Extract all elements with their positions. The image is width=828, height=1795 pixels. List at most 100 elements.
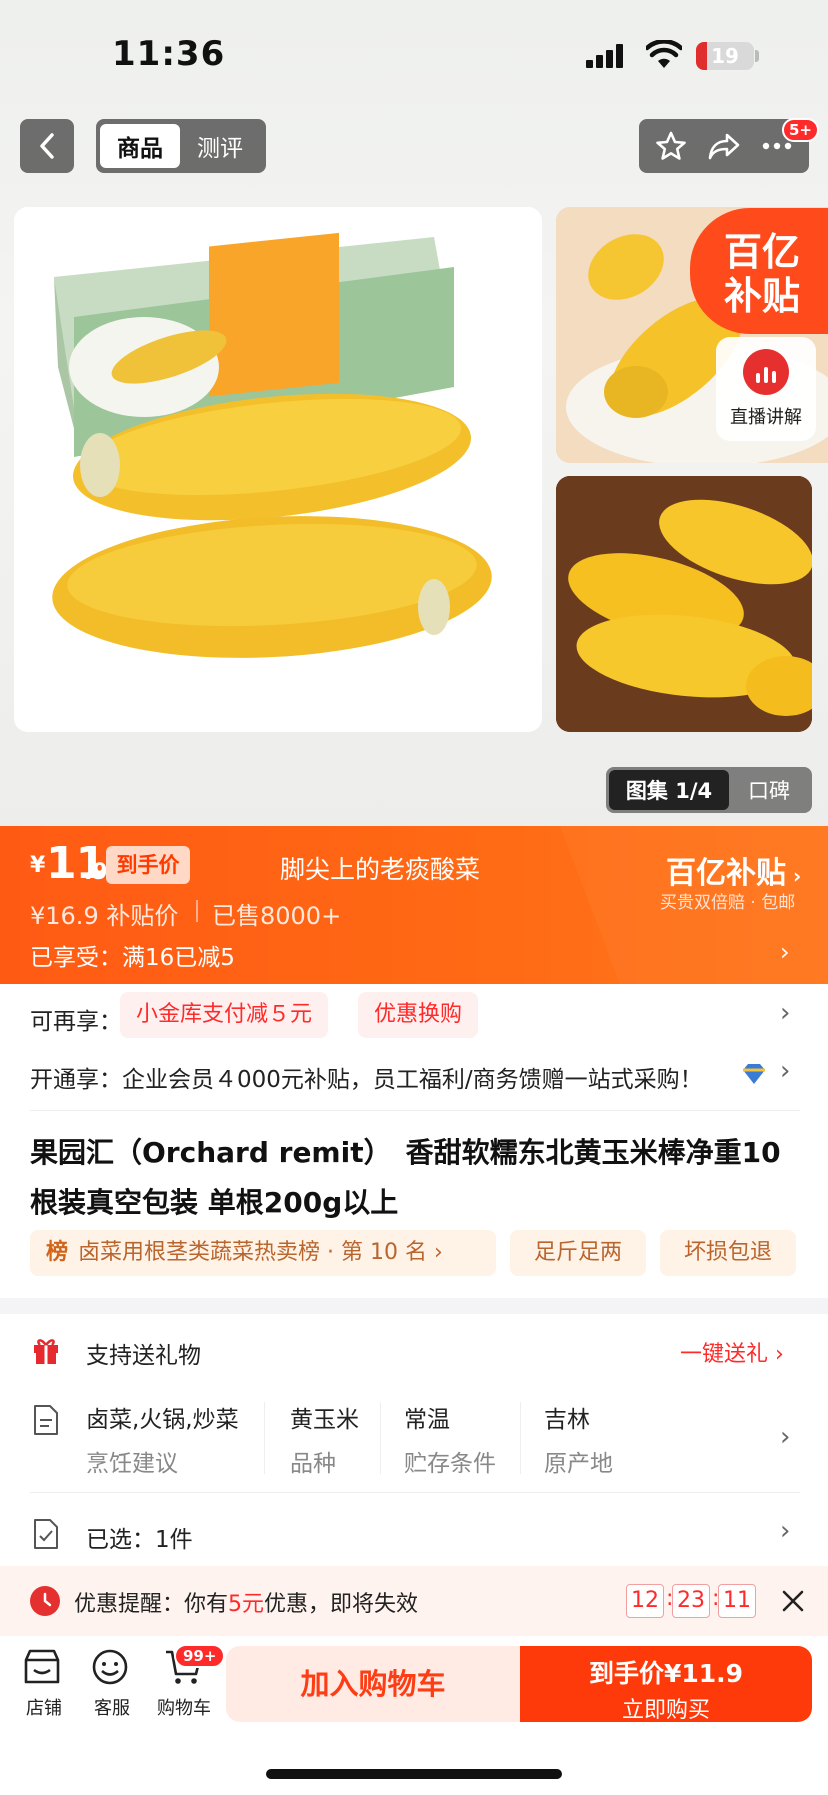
chevron-left-icon — [40, 133, 54, 159]
spec-key: 原产地 — [544, 1451, 613, 1477]
gift-label: 支持送礼物 — [86, 1343, 201, 1369]
divider — [380, 1402, 381, 1474]
price-yen: ¥ — [30, 853, 46, 878]
divider — [30, 1110, 800, 1111]
subsidy-price: ¥16.9 补贴价 — [30, 902, 179, 930]
promo-prefix: 优惠提醒：你有 — [74, 1592, 229, 1617]
tab-reputation[interactable]: 口碑 — [729, 775, 809, 805]
divider — [264, 1402, 265, 1474]
spec-value: 常温 — [404, 1407, 450, 1433]
rank-text: 卤菜用根茎类蔬菜热卖榜 · 第 10 名 › — [78, 1240, 443, 1265]
corn-pile-photo — [556, 476, 812, 732]
subsidy-brand-label: 百亿补贴 — [666, 856, 786, 891]
selected-label: 已选： — [86, 1527, 155, 1553]
service-label: 客服 — [94, 1698, 130, 1719]
add-to-cart-button[interactable]: 加入购物车 — [226, 1646, 520, 1722]
favorite-star-icon[interactable] — [651, 126, 691, 166]
clock-icon — [30, 1586, 60, 1616]
price-slogan: 脚尖上的老痰酸菜 — [280, 855, 481, 884]
tab-product[interactable]: 商品 — [100, 124, 180, 168]
countdown-seconds: 11 — [718, 1584, 756, 1618]
wifi-icon — [644, 39, 684, 70]
section-divider — [0, 1298, 828, 1314]
spec-key: 品种 — [290, 1451, 336, 1477]
offers-label: 可再享： — [30, 1009, 122, 1035]
divider — [30, 1492, 800, 1493]
thumbnail-2[interactable] — [556, 476, 812, 732]
enjoyed-discount[interactable]: 已享受：满16已减5 — [30, 938, 235, 972]
live-icon — [743, 349, 789, 395]
chevron-right-icon[interactable]: › — [780, 1422, 790, 1452]
selected-row[interactable]: 已选：1件 — [86, 1520, 193, 1554]
cellular-signal-icon — [586, 44, 626, 68]
close-icon[interactable] — [780, 1588, 806, 1618]
promo-text: 优惠提醒：你有5元优惠，即将失效 — [74, 1586, 418, 1618]
divider — [196, 900, 198, 922]
spec-value: 吉林 — [544, 1407, 590, 1433]
subsidy-corner-badge: 百亿 补贴 — [690, 208, 828, 334]
cart-label: 购物车 — [157, 1698, 211, 1719]
home-indicator — [266, 1769, 562, 1779]
selected-value: 1件 — [155, 1527, 193, 1553]
service-icon — [92, 1649, 128, 1685]
spec-key: 贮存条件 — [404, 1451, 496, 1477]
tab-gallery[interactable]: 图集 1/4 — [609, 770, 729, 810]
live-label: 直播讲解 — [730, 407, 802, 428]
service-tab[interactable]: 客服 — [90, 1648, 136, 1728]
back-button[interactable] — [20, 119, 74, 173]
shop-icon — [24, 1649, 60, 1684]
divider — [520, 1402, 521, 1474]
spec-key: 烹饪建议 — [86, 1451, 178, 1477]
send-gift-button[interactable]: 一键送礼 › — [680, 1336, 784, 1368]
shop-tab[interactable]: 店铺 — [22, 1648, 68, 1728]
subsidy-brand[interactable]: 百亿补贴 › — [666, 848, 801, 892]
promo-suffix: 优惠，即将失效 — [264, 1592, 419, 1617]
spec-item: 卤菜,火锅,炒菜 烹饪建议 — [86, 1400, 239, 1478]
chevron-right-icon[interactable]: › — [780, 938, 790, 966]
subsidy-subtitle: 买贵双倍赔 · 包邮 — [660, 893, 796, 913]
subsidy-badge-line1: 百亿 — [724, 230, 801, 274]
spec-item: 黄玉米 品种 — [290, 1400, 359, 1478]
rank-icon: 榜 — [46, 1240, 69, 1265]
spec-list[interactable]: 卤菜,火锅,炒菜 烹饪建议 黄玉米 品种 常温 贮存条件 吉林 原产地 — [86, 1400, 766, 1480]
message-badge: 5+ — [782, 118, 820, 142]
corn-box-illustration — [14, 207, 542, 732]
spec-value: 卤菜,火锅,炒菜 — [86, 1407, 239, 1433]
subsidy-badge-line2: 补贴 — [724, 274, 801, 318]
offer-chip-pay[interactable]: 小金库支付减５元 — [120, 992, 329, 1038]
buy-price: 到手价¥11.9 — [588, 1659, 744, 1688]
rank-chip[interactable]: 榜卤菜用根茎类蔬菜热卖榜 · 第 10 名 › — [30, 1230, 496, 1276]
final-price-tag: 到手价 — [106, 846, 190, 884]
offer-chip-exchange[interactable]: 优惠换购 — [358, 992, 479, 1038]
status-time: 11:36 — [112, 34, 226, 74]
chevron-right-icon[interactable]: › — [780, 998, 790, 1028]
buy-now-button[interactable]: 到手价¥11.9 立即购买 — [520, 1646, 812, 1723]
shop-label: 店铺 — [26, 1698, 62, 1719]
sold-count: 已售8000+ — [212, 902, 342, 930]
document-icon — [32, 1404, 60, 1440]
live-explain-button[interactable]: 直播讲解 — [716, 337, 816, 441]
chevron-right-icon[interactable]: › — [780, 1516, 790, 1546]
tab-review[interactable]: 测评 — [180, 129, 260, 163]
tag-full-weight: 足斤足两 — [510, 1230, 646, 1276]
product-title: 果园汇（Orchard remit） 香甜软糯东北黄玉米棒净重10根装真空包装 … — [30, 1136, 781, 1219]
gift-icon — [32, 1335, 60, 1365]
gallery-switch: 图集 1/4 口碑 — [606, 767, 812, 813]
main-product-image[interactable] — [14, 207, 542, 732]
chevron-right-icon: › — [786, 864, 802, 888]
cart-count-badge: 99+ — [174, 1644, 226, 1668]
spec-value: 黄玉米 — [290, 1407, 359, 1433]
top-tabs: 商品 测评 — [96, 119, 266, 173]
chevron-right-icon[interactable]: › — [780, 1056, 790, 1086]
share-icon[interactable] — [704, 126, 744, 166]
membership-text[interactable]: 开通享：企业会员４000元补贴，员工福利/商务馈赠一站式采购！ — [30, 1060, 740, 1094]
diamond-icon — [740, 1062, 768, 1090]
promo-amount: 5元 — [228, 1592, 265, 1617]
countdown-hours: 12 — [626, 1584, 664, 1618]
buy-now-label: 立即购买 — [621, 1698, 710, 1723]
price-decimal: .9 — [84, 860, 108, 885]
checklist-icon — [32, 1518, 60, 1554]
tag-damage-return: 坏损包退 — [660, 1230, 796, 1276]
battery-icon: 19 — [696, 42, 754, 70]
spec-item: 常温 贮存条件 — [404, 1400, 496, 1478]
